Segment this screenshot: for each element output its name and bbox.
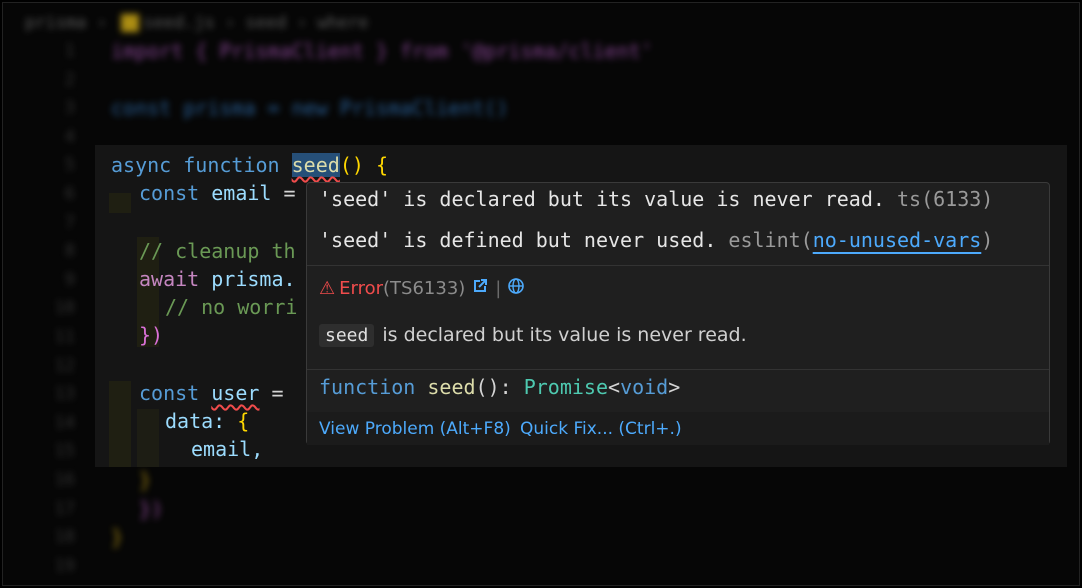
line-number: 1 bbox=[64, 41, 75, 61]
code-line-8[interactable]: // cleanup th bbox=[139, 237, 296, 265]
indent-guide bbox=[109, 381, 131, 467]
background-code-line: 1 import { PrismaClient } from '@prisma/c… bbox=[3, 37, 1079, 65]
breadcrumb-item[interactable]: seed.js bbox=[143, 13, 215, 33]
background-code-line: 3 const prisma = new PrismaClient() bbox=[3, 94, 1079, 122]
code-line-15[interactable]: email, bbox=[191, 435, 263, 463]
code-text: } bbox=[139, 468, 152, 492]
line-number: 16 bbox=[54, 470, 75, 490]
code-line-9[interactable]: await prisma. bbox=[139, 265, 296, 293]
line-number: 8 bbox=[64, 241, 75, 262]
code-text: }) bbox=[139, 496, 164, 521]
view-problem-link[interactable]: View Problem (Alt+F8) bbox=[319, 419, 511, 439]
line-number: 5 bbox=[64, 155, 75, 176]
line-number: 13 bbox=[54, 384, 75, 405]
code-chip: seed bbox=[319, 324, 375, 347]
code-line-13[interactable]: const user = bbox=[139, 379, 284, 407]
code-line-6[interactable]: const email = bbox=[139, 179, 296, 207]
divider bbox=[307, 265, 1049, 266]
breadcrumb-item[interactable]: where bbox=[317, 13, 368, 33]
ts-diagnostic-message: 'seed' is declared but its value is neve… bbox=[319, 187, 994, 211]
line-number: 6 bbox=[64, 184, 75, 204]
eslint-rule-link[interactable]: no-unused-vars bbox=[813, 228, 982, 252]
line-number: 19 bbox=[54, 555, 75, 576]
breadcrumb-item[interactable]: seed bbox=[246, 13, 287, 33]
diagnostic-hover-popup: 'seed' is declared but its value is neve… bbox=[306, 182, 1050, 445]
breadcrumb-item[interactable]: prisma bbox=[25, 13, 86, 33]
breadcrumb: prisma › seed.js › seed › where bbox=[25, 13, 369, 33]
line-number: 4 bbox=[64, 126, 75, 147]
open-external-icon[interactable] bbox=[471, 277, 489, 300]
background-code-line: 16} bbox=[3, 466, 1079, 494]
quick-fix-link[interactable]: Quick Fix... (Ctrl+.) bbox=[520, 419, 682, 439]
background-code-line: 19 bbox=[3, 552, 1079, 580]
code-text: import { PrismaClient } from '@prisma/cl… bbox=[111, 39, 653, 63]
line-number: 10 bbox=[54, 298, 75, 319]
js-file-icon bbox=[121, 14, 140, 32]
indent-guide bbox=[137, 409, 159, 467]
line-number: 11 bbox=[54, 327, 75, 347]
code-line-11[interactable]: }) bbox=[139, 321, 163, 349]
function-signature: function seed(): Promise<void> bbox=[319, 375, 681, 399]
line-number: 9 bbox=[64, 269, 75, 290]
globe-icon[interactable] bbox=[507, 277, 525, 300]
hover-actions-bar: View Problem (Alt+F8) Quick Fix... (Ctrl… bbox=[307, 412, 1049, 445]
background-code-line: 17}) bbox=[3, 495, 1079, 523]
line-number: 15 bbox=[54, 441, 75, 462]
line-number: 14 bbox=[54, 412, 75, 433]
code-text: const prisma = new PrismaClient() bbox=[111, 96, 509, 121]
code-text: } bbox=[111, 525, 124, 550]
background-code-line: 2 bbox=[3, 66, 1079, 94]
background-code-line: 18} bbox=[3, 523, 1079, 551]
divider bbox=[307, 369, 1049, 370]
line-number: 17 bbox=[54, 498, 75, 519]
warning-triangle-icon: ⚠ bbox=[319, 278, 336, 299]
line-number: 2 bbox=[64, 69, 75, 90]
editor-window: prisma › seed.js › seed › where 1 import … bbox=[2, 2, 1080, 586]
code-line-10[interactable]: // no worri bbox=[165, 293, 297, 321]
code-line-14[interactable]: data: { bbox=[165, 407, 249, 435]
line-number: 12 bbox=[54, 355, 75, 376]
user-identifier[interactable]: user bbox=[211, 381, 259, 405]
seed-identifier[interactable]: seed bbox=[291, 153, 340, 177]
error-header: ⚠ Error (TS6133) | bbox=[319, 277, 525, 300]
indent-guide bbox=[109, 193, 131, 213]
error-description: seed is declared but its value is never r… bbox=[319, 324, 747, 347]
line-number: 18 bbox=[54, 527, 75, 548]
eslint-diagnostic-message: 'seed' is defined but never used. eslint… bbox=[319, 228, 994, 252]
code-line-5[interactable]: async function seed() { bbox=[111, 151, 388, 179]
line-number: 7 bbox=[64, 212, 75, 233]
line-number: 3 bbox=[64, 98, 75, 119]
